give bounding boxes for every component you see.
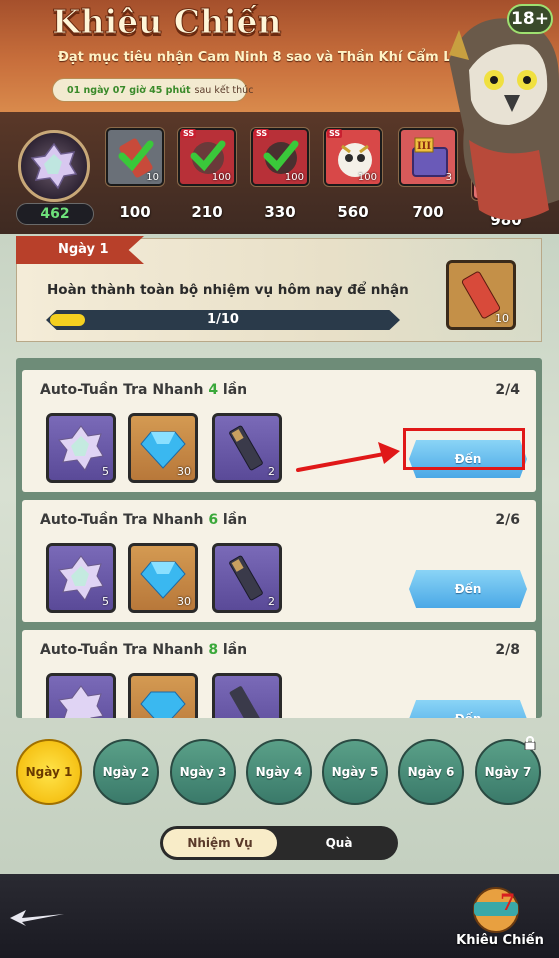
- milestone-count: 100: [357, 172, 377, 183]
- day-reward-item[interactable]: 10: [446, 260, 516, 330]
- reward-slot[interactable]: 30: [128, 413, 198, 483]
- diamond-icon: [140, 691, 186, 718]
- crystal-icon: [58, 685, 104, 718]
- day-tab-4[interactable]: Ngày 4: [246, 739, 312, 805]
- event-title: Khiêu Chiến: [51, 2, 282, 42]
- back-icon[interactable]: [6, 906, 66, 930]
- milestone-reward-3[interactable]: SS 100: [251, 128, 309, 186]
- reward-slot[interactable]: 30: [128, 543, 198, 613]
- go-button[interactable]: Đến: [409, 700, 527, 718]
- day-selector: Ngày 1 Ngày 2 Ngày 3 Ngày 4 Ngày 5 Ngày …: [0, 736, 559, 812]
- crystal-icon: [58, 555, 104, 601]
- task-name: Auto-Tuần Tra Nhanh 4 lần: [40, 382, 248, 398]
- task-progress: 2/4: [495, 382, 520, 398]
- milestone-count: 10: [146, 172, 159, 183]
- day-flag: Ngày 1: [16, 236, 144, 264]
- highlight-box: [403, 428, 525, 470]
- scroll-icon: [229, 425, 263, 471]
- reward-slot[interactable]: [46, 673, 116, 718]
- milestone-count: 100: [284, 172, 304, 183]
- milestone-reward-4[interactable]: SS 100: [324, 128, 382, 186]
- check-icon: [118, 140, 154, 172]
- reward-slot[interactable]: 5: [46, 413, 116, 483]
- milestone-points: 210: [191, 203, 223, 221]
- day-tab-2[interactable]: Ngày 2: [93, 739, 159, 805]
- milestone-points: 560: [337, 203, 369, 221]
- hero-character-art: [449, 18, 559, 220]
- go-button[interactable]: Đến: [409, 570, 527, 608]
- tab-gifts[interactable]: Quà: [284, 829, 394, 857]
- day-tab-6[interactable]: Ngày 6: [398, 739, 464, 805]
- crystal-icon: [58, 425, 104, 471]
- milestone-reward-1[interactable]: 10: [106, 128, 164, 186]
- countdown-time: 01 ngày 07 giờ 45 phút: [67, 84, 191, 96]
- arrow-icon: [296, 442, 400, 472]
- day-description: Hoàn thành toàn bộ nhiệm vụ hôm nay để n…: [47, 282, 409, 298]
- day-tab-1[interactable]: Ngày 1: [16, 739, 82, 805]
- age-rating-badge: 18+: [507, 4, 553, 34]
- event-number: 7: [500, 890, 515, 916]
- check-icon: [190, 140, 226, 172]
- task-name: Auto-Tuần Tra Nhanh 8 lần: [40, 642, 248, 658]
- day-progress-text: 1/10: [207, 312, 239, 327]
- reward-slot[interactable]: [128, 673, 198, 718]
- task-progress: 2/6: [495, 512, 520, 528]
- task-progress: 2/8: [495, 642, 520, 658]
- milestone-reward-2[interactable]: SS 100: [178, 128, 236, 186]
- scroll-icon: [229, 555, 263, 601]
- check-icon: [263, 140, 299, 172]
- task-name: Auto-Tuần Tra Nhanh 6 lần: [40, 512, 248, 528]
- tab-missions[interactable]: Nhiệm Vụ: [163, 829, 277, 857]
- countdown-timer: 01 ngày 07 giờ 45 phút sau kết thúc: [52, 78, 253, 102]
- points-orb: [18, 130, 90, 202]
- current-points: 462: [16, 203, 94, 225]
- milestone-points: 330: [264, 203, 296, 221]
- reward-slot[interactable]: 5: [46, 543, 116, 613]
- day-tab-5[interactable]: Ngày 5: [322, 739, 388, 805]
- countdown-suffix: sau kết thúc: [194, 84, 254, 96]
- task-card: Auto-Tuần Tra Nhanh 6 lần 2/6 5 30 2 Đến: [22, 500, 536, 622]
- milestone-points: 100: [119, 203, 151, 221]
- event-label[interactable]: Khiêu Chiến: [450, 933, 550, 948]
- milestone-count: 100: [211, 172, 231, 183]
- day-tab-3[interactable]: Ngày 3: [170, 739, 236, 805]
- task-list[interactable]: Auto-Tuần Tra Nhanh 4 lần 2/4 5 30 2 Đến…: [16, 358, 542, 718]
- reward-slot[interactable]: 2: [212, 413, 282, 483]
- reward-slot[interactable]: 2: [212, 543, 282, 613]
- tab-switcher: Nhiệm Vụ Quà: [160, 826, 398, 860]
- event-icon[interactable]: 7: [460, 880, 532, 934]
- reward-slot[interactable]: [212, 673, 282, 718]
- reward-count: 10: [495, 312, 509, 325]
- scroll-icon: [229, 686, 263, 718]
- day-progress-bar: 1/10: [46, 310, 400, 330]
- crystal-icon: [30, 142, 78, 190]
- task-card: Auto-Tuần Tra Nhanh 8 lần 2/8 Đến: [22, 630, 536, 718]
- lock-icon: [524, 736, 536, 750]
